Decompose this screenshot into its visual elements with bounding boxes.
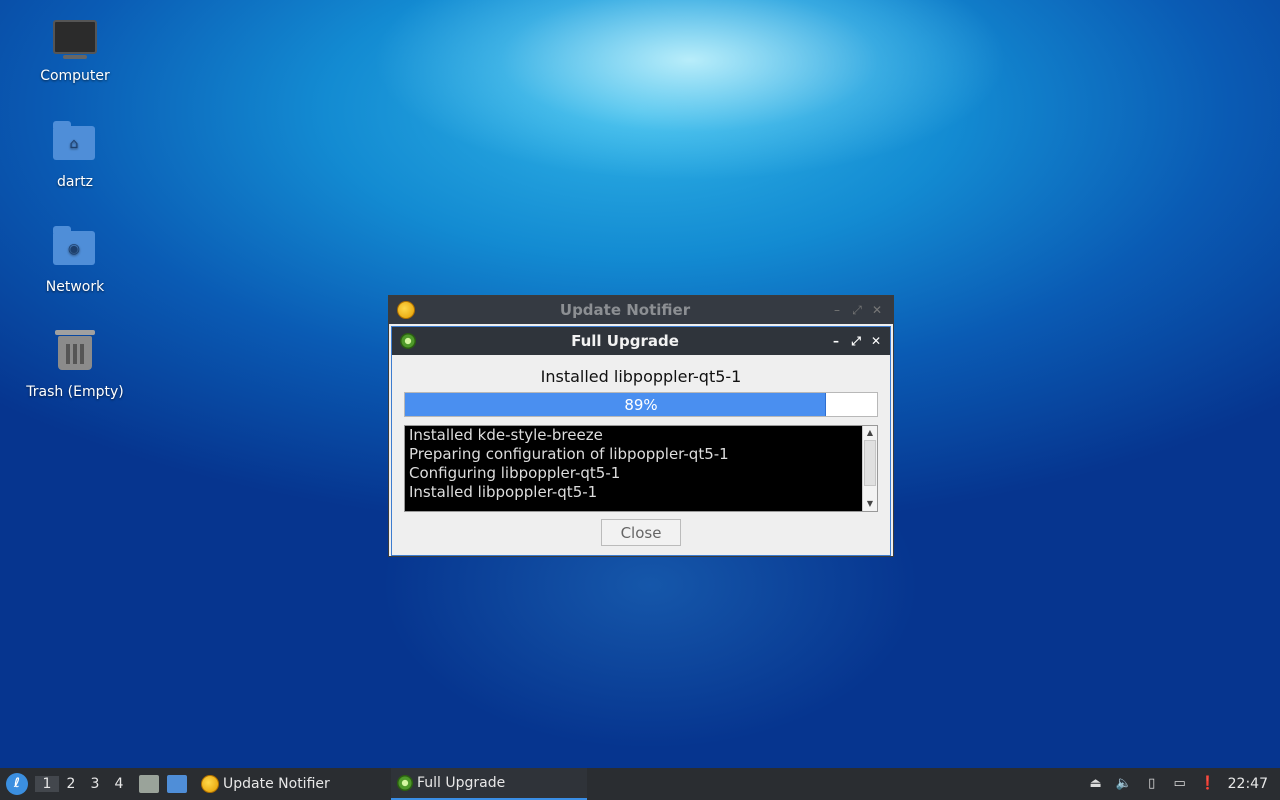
update-alert-icon[interactable]: ❗ bbox=[1200, 776, 1216, 792]
scroll-thumb[interactable] bbox=[864, 440, 876, 486]
gear-icon bbox=[397, 775, 413, 791]
full-upgrade-titlebar[interactable]: Full Upgrade – ⤢ ✕ bbox=[392, 327, 890, 355]
log-line: Installed libpoppler-qt5-1 bbox=[409, 483, 598, 501]
task-label: Update Notifier bbox=[223, 776, 330, 792]
status-label: Installed libpoppler-qt5-1 bbox=[540, 367, 742, 386]
trash-icon bbox=[53, 330, 97, 380]
gear-icon bbox=[400, 333, 416, 349]
progress-bar: 89% bbox=[404, 392, 878, 417]
task-update-notifier[interactable]: Update Notifier bbox=[195, 768, 391, 800]
maximize-button[interactable]: ⤢ bbox=[846, 334, 866, 349]
system-tray: ⏏ 🔈 ▯ ▭ ❗ 22:47 bbox=[1088, 776, 1280, 792]
desktop-icon-label: dartz bbox=[56, 174, 94, 190]
desktop-icon-label: Computer bbox=[40, 68, 110, 84]
log-output[interactable]: Installed kde-style-breeze Preparing con… bbox=[404, 425, 878, 512]
workspace-3[interactable]: 3 bbox=[83, 776, 107, 792]
home-folder-icon: ⌂ bbox=[53, 121, 97, 170]
desktop-icon-network[interactable]: ◉ Network bbox=[20, 225, 130, 295]
desktop-icon-label: Trash (Empty) bbox=[26, 384, 124, 400]
close-dialog-button[interactable]: ✕ bbox=[866, 334, 886, 348]
desktop-icon-label: Network bbox=[45, 279, 105, 295]
update-notifier-titlebar[interactable]: Update Notifier – ⤢ ✕ bbox=[389, 296, 893, 324]
maximize-button[interactable]: ⤢ bbox=[847, 303, 867, 318]
workspace-4[interactable]: 4 bbox=[107, 776, 131, 792]
volume-icon[interactable]: 🔈 bbox=[1116, 776, 1132, 792]
start-menu-icon[interactable]: ℓ bbox=[6, 773, 28, 795]
window-title: Update Notifier bbox=[559, 301, 691, 319]
minimize-button[interactable]: – bbox=[827, 303, 847, 317]
close-button[interactable]: Close bbox=[601, 519, 681, 546]
desktop-icon-computer[interactable]: Computer bbox=[20, 16, 130, 84]
update-notifier-icon bbox=[397, 301, 415, 319]
show-desktop-icon[interactable] bbox=[167, 775, 187, 793]
log-scrollbar[interactable]: ▲ ▼ bbox=[862, 426, 877, 511]
update-notifier-icon bbox=[201, 775, 219, 793]
close-window-button[interactable]: ✕ bbox=[867, 303, 887, 317]
log-line: Preparing configuration of libpoppler-qt… bbox=[409, 445, 729, 463]
desktop-icon-home[interactable]: ⌂ dartz bbox=[20, 120, 130, 190]
network-icon[interactable]: ▭ bbox=[1172, 776, 1188, 792]
scroll-down-arrow[interactable]: ▼ bbox=[863, 497, 877, 511]
task-full-upgrade[interactable]: Full Upgrade bbox=[391, 768, 587, 800]
progress-percent: 89% bbox=[624, 396, 658, 414]
eject-icon[interactable]: ⏏ bbox=[1088, 776, 1104, 792]
log-line: Configuring libpoppler-qt5-1 bbox=[409, 464, 621, 482]
dialog-title: Full Upgrade bbox=[571, 332, 679, 350]
network-folder-icon: ◉ bbox=[53, 226, 97, 275]
full-upgrade-dialog: Full Upgrade – ⤢ ✕ Installed libpoppler-… bbox=[391, 326, 891, 556]
task-label: Full Upgrade bbox=[417, 775, 506, 791]
workspace-2[interactable]: 2 bbox=[59, 776, 83, 792]
scroll-up-arrow[interactable]: ▲ bbox=[863, 426, 877, 440]
desktop-icon-trash[interactable]: Trash (Empty) bbox=[20, 330, 130, 400]
computer-icon bbox=[53, 20, 97, 64]
clipboard-icon[interactable]: ▯ bbox=[1144, 776, 1160, 792]
file-manager-icon[interactable] bbox=[139, 775, 159, 793]
log-line: Installed kde-style-breeze bbox=[409, 426, 603, 444]
clock[interactable]: 22:47 bbox=[1228, 776, 1268, 792]
taskbar: ℓ 1 2 3 4 Update Notifier Full Upgrade ⏏… bbox=[0, 768, 1280, 800]
workspace-1[interactable]: 1 bbox=[35, 776, 59, 792]
minimize-button[interactable]: – bbox=[826, 334, 846, 348]
